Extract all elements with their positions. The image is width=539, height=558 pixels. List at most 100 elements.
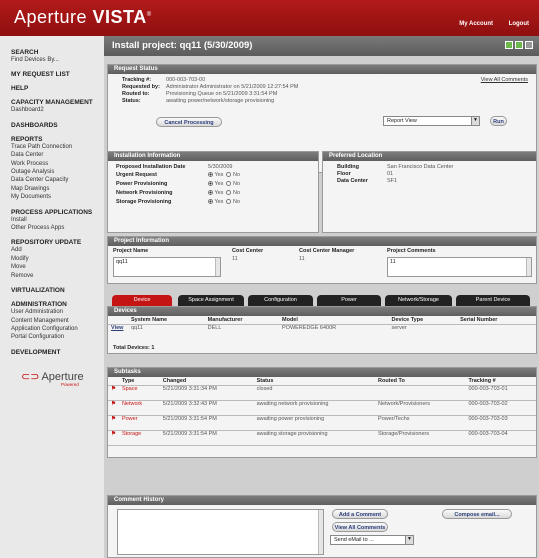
sidebar-item[interactable]: Data Center Capacity <box>11 176 104 184</box>
subtask-type-link[interactable]: Power <box>118 415 160 431</box>
sidebar: SEARCH Find Devices By... MY REQUEST LIST H… <box>0 36 104 558</box>
chevron-down-icon: ▼ <box>471 117 479 125</box>
sidebar-item[interactable]: Add <box>11 246 104 254</box>
sidebar-item[interactable]: Remove <box>11 272 104 280</box>
cancel-processing-button[interactable]: Cancel Processing <box>156 117 222 127</box>
radio-no[interactable] <box>226 190 232 196</box>
scrollbar[interactable] <box>215 258 220 276</box>
table-row[interactable]: ⚑ Power 5/21/2009 3:31:54 PM awaiting power… <box>108 415 536 431</box>
scrollbar[interactable] <box>318 510 323 554</box>
subtask-type-link[interactable]: Storage <box>118 430 160 446</box>
sidebar-section-heading[interactable]: VIRTUALIZATION <box>11 287 104 294</box>
sidebar-item[interactable]: Content Management <box>11 317 104 325</box>
sidebar-section-heading[interactable]: ADMINISTRATION <box>11 301 104 308</box>
tab-network-storage[interactable]: Network/Storage <box>385 295 452 306</box>
add-comment-button[interactable]: Add a Comment <box>332 509 388 519</box>
subtask-changed: 5/21/2009 3:31:34 PM <box>159 385 254 401</box>
subtask-tracking: 000-003-703-04 <box>465 430 536 446</box>
subtask-changed: 5/21/2009 3:31:54 PM <box>159 415 254 431</box>
cost-center-value: 11 <box>232 256 238 262</box>
run-button[interactable]: Run <box>490 116 507 126</box>
tab-device[interactable]: Device <box>112 295 172 306</box>
devices-header: Devices <box>108 307 536 316</box>
sidebar-section-heading[interactable]: REPOSITORY UPDATE <box>11 239 104 246</box>
my-account-link[interactable]: My Account <box>459 21 493 27</box>
sidebar-item[interactable]: Trace Path Connection <box>11 143 104 151</box>
radio-no[interactable] <box>226 181 232 187</box>
sidebar-item[interactable]: User Administration <box>11 308 104 316</box>
top-bar: Aperture VISTA® My Account Logout <box>0 0 539 36</box>
sidebar-item[interactable]: Outage Analysis <box>11 168 104 176</box>
compose-email-button[interactable]: Compose email... <box>442 509 512 519</box>
provisioning-row: Urgent Request Yes No <box>116 172 241 178</box>
radio-yes[interactable] <box>208 199 213 205</box>
view-all-comments-link[interactable]: View All Comments <box>481 77 528 83</box>
refresh-icon[interactable] <box>515 41 523 49</box>
export-icon[interactable] <box>505 41 513 49</box>
aperture-mark-icon: ⊂⊃ <box>21 370 40 383</box>
sidebar-section-heading[interactable]: MY REQUEST LIST <box>11 71 104 78</box>
radio-yes[interactable] <box>208 181 213 187</box>
project-comments-field[interactable]: 11 <box>387 257 532 277</box>
installation-date: 5/30/2009 <box>208 164 233 170</box>
aperture-logo: ⊂⊃ Aperture Powered <box>21 370 84 387</box>
sidebar-section-heading[interactable]: DASHBOARDS <box>11 122 104 129</box>
sidebar-section-heading[interactable]: CAPACITY MANAGEMENT <box>11 99 104 106</box>
subtask-type-link[interactable]: Space <box>118 385 160 401</box>
sidebar-item[interactable]: Install <box>11 216 104 224</box>
tab-space-assignment[interactable]: Space Assignment <box>178 295 244 306</box>
sidebar-section-heading[interactable]: REPORTS <box>11 136 104 143</box>
devices-column-header: Model <box>279 316 389 325</box>
subtask-changed: 5/21/2009 3:31:54 PM <box>159 430 254 446</box>
sidebar-item[interactable]: Move <box>11 263 104 271</box>
radio-yes[interactable] <box>208 190 213 196</box>
sidebar-item[interactable]: Application Configuration <box>11 325 104 333</box>
table-row: View qq11 DELL POWEREDGE 6400R server <box>108 325 536 331</box>
radio-yes[interactable] <box>208 172 213 178</box>
radio-no[interactable] <box>226 172 232 178</box>
sidebar-item[interactable]: Portal Configuration <box>11 333 104 341</box>
logout-link[interactable]: Logout <box>509 21 529 27</box>
view-device-button[interactable]: View <box>108 325 128 331</box>
subtask-tracking: 000-003-703-02 <box>465 400 536 416</box>
flag-icon: ⚑ <box>108 430 119 446</box>
send-email-select[interactable]: Send eMail to ... ▼ <box>330 535 414 545</box>
request-status-value: awaiting power/network/storage provision… <box>166 98 275 104</box>
scrollbar[interactable] <box>526 258 531 276</box>
subtask-status: awaiting network provisioning <box>253 400 376 416</box>
project-name-field[interactable]: qq11 <box>113 257 221 277</box>
tab-power[interactable]: Power <box>317 295 381 306</box>
sidebar-item[interactable]: Modify <box>11 255 104 263</box>
sidebar-item[interactable]: Map Drawings <box>11 185 104 193</box>
print-icon[interactable] <box>525 41 533 49</box>
brand-logo[interactable]: Aperture VISTA® <box>14 7 152 28</box>
radio-no[interactable] <box>226 199 232 205</box>
sidebar-section-heading[interactable]: HELP <box>11 85 104 92</box>
subtask-tracking: 000-003-703-03 <box>465 415 536 431</box>
sidebar-item[interactable]: Data Center <box>11 151 104 159</box>
devices-table: System Name Manufacturer Model Device Type S… <box>108 316 536 331</box>
table-row[interactable]: ⚑ Space 5/21/2009 3:31:34 PM closed 000-003-… <box>108 385 536 401</box>
sidebar-item[interactable]: Work Process <box>11 160 104 168</box>
provisioning-row: Power Provisioning Yes No <box>116 181 241 187</box>
subtasks-column-header: Type <box>118 377 160 386</box>
subtask-type-link[interactable]: Network <box>118 400 160 416</box>
devices-column-header: Device Type <box>388 316 458 325</box>
sidebar-item[interactable]: Other Process Apps <box>11 224 104 232</box>
tracking-number: 000-003-703-00 <box>166 77 206 83</box>
table-row[interactable]: ⚑ Network 5/21/2009 3:32:43 PM awaiting net… <box>108 400 536 416</box>
sidebar-section-heading[interactable]: PROCESS APPLICATIONS <box>11 209 104 216</box>
device-type: server <box>391 325 407 331</box>
tab-configuration[interactable]: Configuration <box>248 295 313 306</box>
tab-parent-device[interactable]: Parent Device <box>456 295 530 306</box>
flag-icon: ⚑ <box>108 385 119 401</box>
table-row[interactable]: ⚑ Storage 5/21/2009 3:31:54 PM awaiting sto… <box>108 430 536 446</box>
report-view-select[interactable]: Report View ▼ <box>383 116 480 126</box>
view-all-comments-button[interactable]: View All Comments <box>332 522 388 532</box>
sidebar-item[interactable]: Find Devices By... <box>11 56 104 64</box>
sidebar-section-heading[interactable]: SEARCH <box>11 49 104 56</box>
comment-textarea[interactable] <box>117 509 324 555</box>
sidebar-section-heading[interactable]: DEVELOPMENT <box>11 349 104 356</box>
sidebar-item[interactable]: My Documents <box>11 193 104 201</box>
sidebar-item[interactable]: Dashboard2 <box>11 106 104 114</box>
